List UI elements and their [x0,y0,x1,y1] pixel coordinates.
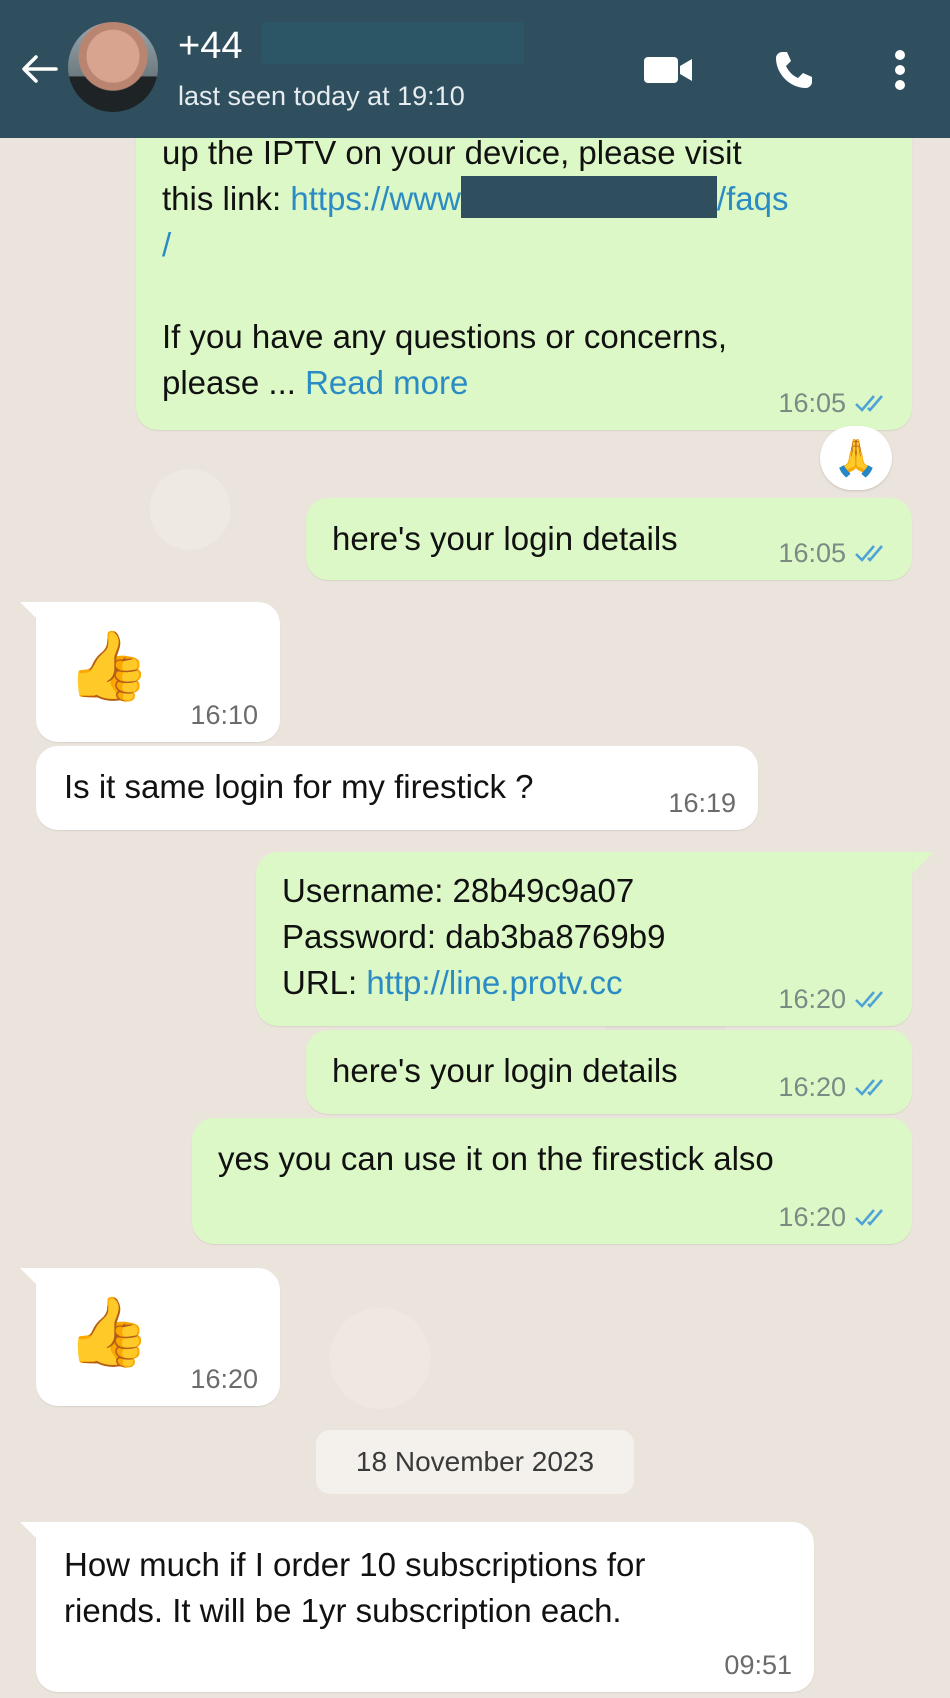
message-link[interactable]: https://www [290,180,461,217]
read-more-link[interactable]: Read more [305,364,468,401]
message-time: 09:51 [724,1650,792,1680]
url-label: URL: [282,964,367,1001]
voice-call-button[interactable] [766,42,822,98]
message-bubble-outgoing[interactable]: here's your login details 16:20 [306,1030,912,1114]
back-arrow-icon [22,55,58,83]
message-bubble-incoming[interactable]: 👍 16:20 [36,1268,280,1406]
double-check-icon [855,1209,883,1226]
message-bubble-outgoing[interactable]: Username: 28b49c9a07 Password: dab3ba876… [256,852,912,1026]
voice-call-icon [776,52,812,88]
chat-header: +44 last seen today at 19:10 [0,0,950,138]
message-bubble-outgoing[interactable]: up the IPTV on your device, please visit… [136,112,912,430]
double-check-icon [855,395,883,412]
message-meta: 16:20 [778,1072,890,1102]
last-seen-status: last seen today at 19:10 [178,81,465,111]
message-bubble-incoming[interactable]: Is it same login for my firestick ? 16:1… [36,746,758,830]
message-text: here's your login details [332,520,678,557]
double-check-icon [855,991,883,1008]
video-call-button[interactable] [640,42,696,98]
message-bubble-incoming[interactable]: How much if I order 10 subscriptions for… [36,1522,814,1692]
message-link-line: this link: https://www/faqs [162,176,882,222]
thumbs-up-emoji-icon: 👍 [66,628,151,704]
message-bubble-incoming[interactable]: 👍 16:10 [36,602,280,742]
message-text: this link: [162,180,291,217]
message-time: 16:05 [778,538,846,568]
redacted-name-block [262,22,524,64]
back-button[interactable] [14,44,64,94]
message-time: 16:10 [190,700,258,730]
password-text: Password: dab3ba8769b9 [282,918,666,955]
message-text: If you have any questions or concerns, [162,318,727,355]
message-reaction[interactable]: 🙏 [820,426,892,490]
message-text: yes you can use it on the firestick also [218,1140,774,1177]
redacted-link-block [460,176,717,218]
more-options-button[interactable] [872,42,928,98]
double-check-icon [855,545,883,562]
message-text: here's your login details [332,1052,678,1089]
message-meta: 16:20 [778,984,890,1014]
message-time: 16:05 [778,388,846,418]
bubble-tail [912,852,934,874]
message-link-end[interactable]: /faqs [717,180,789,217]
message-meta: 16:10 [190,700,258,730]
folded-hands-emoji-icon: 🙏 [833,437,879,478]
message-meta: 16:20 [190,1364,258,1394]
message-time: 16:20 [190,1364,258,1394]
message-meta: 16:19 [668,788,736,818]
more-options-icon [895,50,905,90]
message-time: 16:20 [778,984,846,1014]
double-check-icon [855,1079,883,1096]
username-text: Username: 28b49c9a07 [282,872,635,909]
message-text: Is it same login for my firestick ? [64,768,534,805]
contact-name[interactable]: +44 [178,22,242,70]
message-meta: 09:51 [724,1650,792,1680]
message-time: 16:20 [778,1072,846,1102]
message-meta: 16:05 [778,388,890,418]
message-bubble-outgoing[interactable]: here's your login details 16:05 [306,498,912,580]
contact-avatar[interactable] [68,22,158,112]
message-time: 16:19 [668,788,736,818]
message-meta: 16:20 [778,1202,890,1232]
message-meta: 16:05 [778,538,890,568]
video-call-icon [644,57,692,83]
message-bubble-outgoing[interactable]: yes you can use it on the firestick also… [192,1118,912,1244]
date-divider: 18 November 2023 [316,1430,634,1494]
message-text: How much if I order 10 subscriptions for… [64,1546,646,1629]
thumbs-up-emoji-icon: 👍 [66,1294,151,1370]
message-link-slash[interactable]: / [162,222,882,268]
message-time: 16:20 [778,1202,846,1232]
message-text: please ... [162,364,306,401]
url-link[interactable]: http://line.protv.cc [366,964,622,1001]
